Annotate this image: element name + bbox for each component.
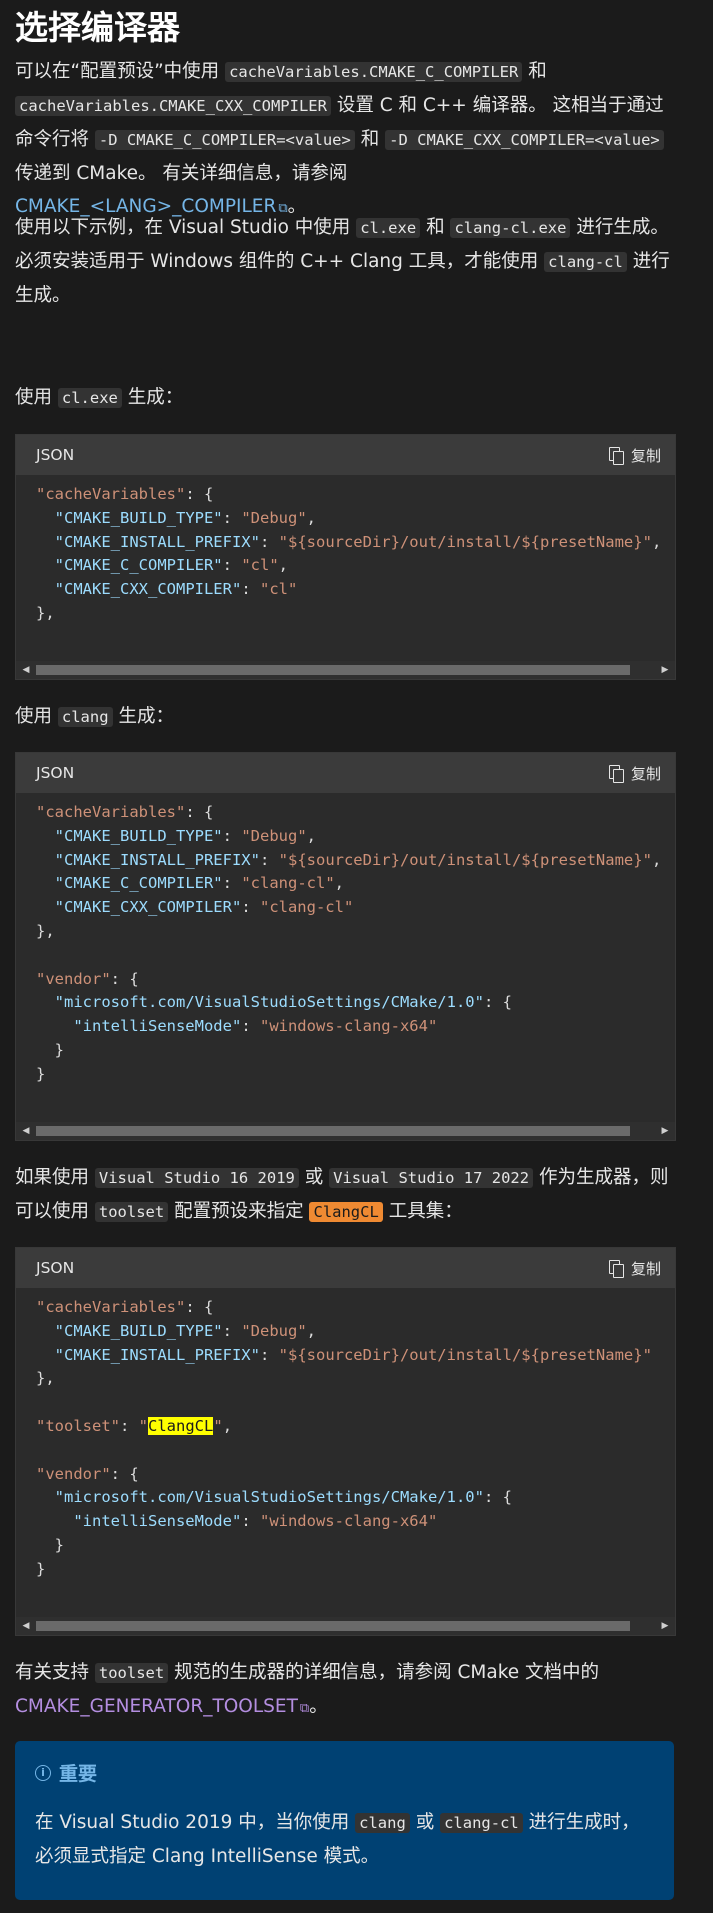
copy-button[interactable]: 复制: [608, 445, 661, 466]
horizontal-scrollbar[interactable]: ◀ ▶: [16, 1617, 675, 1635]
paragraph-docs: 有关支持 toolset 规范的生成器的详细信息，请参阅 CMake 文档中的 C…: [15, 1662, 600, 1717]
scroll-right-icon[interactable]: ▶: [655, 661, 675, 679]
code-block-header: JSON 复制: [16, 753, 675, 793]
code-content: "cacheVariables": { "CMAKE_BUILD_TYPE": …: [36, 485, 662, 622]
alert-title: i 重要: [35, 1759, 654, 1786]
external-link-icon: ⧉: [299, 1701, 310, 1716]
scrollbar-thumb[interactable]: [36, 665, 631, 675]
code-block-header: JSON 复制: [16, 1248, 675, 1288]
inline-code: clang: [57, 707, 113, 727]
code-content: "cacheVariables": { "CMAKE_BUILD_TYPE": …: [36, 1298, 652, 1578]
scrollbar-thumb[interactable]: [36, 1126, 631, 1136]
inline-code-highlighted: ClangCL: [309, 1202, 383, 1222]
copy-button[interactable]: 复制: [608, 1258, 661, 1279]
code-block-header: JSON 复制: [16, 435, 675, 475]
inline-code: clang: [355, 1813, 410, 1833]
code-block-toolset: JSON 复制 "cacheVariables": { "CMAKE_BUILD…: [15, 1247, 676, 1636]
scroll-left-icon[interactable]: ◀: [16, 1617, 36, 1635]
alert-body: 在 Visual Studio 2019 中，当你使用 clang 或 clan…: [35, 1812, 640, 1867]
inline-code: -D CMAKE_CXX_COMPILER=<value>: [385, 130, 664, 150]
inline-code: cl.exe: [356, 218, 421, 238]
code-language-label: JSON: [36, 1259, 75, 1277]
info-icon: i: [35, 1764, 51, 1781]
scroll-left-icon[interactable]: ◀: [16, 661, 36, 679]
search-highlight: ClangCL: [148, 1416, 214, 1435]
inline-code: clang-cl: [440, 1813, 523, 1833]
paragraph-toolset: 如果使用 Visual Studio 16 2019 或 Visual Stud…: [15, 1167, 669, 1222]
inline-code: clang-cl.exe: [450, 218, 571, 238]
code-language-label: JSON: [36, 764, 75, 782]
inline-code: toolset: [94, 1663, 169, 1683]
page: 选择编译器 可以在“配置预设”中使用 cacheVariables.CMAKE_…: [0, 0, 713, 1913]
horizontal-scrollbar[interactable]: ◀ ▶: [16, 661, 675, 679]
paragraph-cl: 使用 cl.exe 生成：: [15, 387, 184, 408]
copy-icon: [608, 1260, 624, 1278]
inline-code: cacheVariables.CMAKE_CXX_COMPILER: [15, 96, 331, 116]
scroll-left-icon[interactable]: ◀: [16, 1122, 36, 1140]
inline-code: clang-cl: [544, 252, 627, 272]
paragraph-example: 使用以下示例，在 Visual Studio 中使用 cl.exe 和 clan…: [15, 217, 670, 306]
code-block-cl: JSON 复制 "cacheVariables": { "CMAKE_BUILD…: [15, 434, 676, 680]
inline-code: cl.exe: [57, 388, 122, 408]
horizontal-scrollbar[interactable]: ◀ ▶: [16, 1122, 675, 1140]
copy-button[interactable]: 复制: [608, 763, 661, 784]
inline-code: cacheVariables.CMAKE_C_COMPILER: [225, 62, 523, 82]
paragraph-clang: 使用 clang 生成：: [15, 706, 174, 727]
inline-code: toolset: [94, 1202, 169, 1222]
important-alert: i 重要 在 Visual Studio 2019 中，当你使用 clang 或…: [15, 1741, 674, 1900]
copy-icon: [608, 447, 624, 465]
link-cmake-generator-toolset[interactable]: CMAKE_GENERATOR_TOOLSET ⧉: [15, 1696, 309, 1717]
code-language-label: JSON: [36, 446, 75, 464]
code-block-clang: JSON 复制 "cacheVariables": { "CMAKE_BUILD…: [15, 752, 676, 1141]
code-content: "cacheVariables": { "CMAKE_BUILD_TYPE": …: [36, 803, 662, 1083]
inline-code: Visual Studio 16 2019: [94, 1168, 299, 1188]
inline-code: -D CMAKE_C_COMPILER=<value>: [94, 130, 355, 150]
page-title: 选择编译器: [15, 8, 180, 47]
scrollbar-thumb[interactable]: [36, 1621, 631, 1631]
scroll-right-icon[interactable]: ▶: [655, 1617, 675, 1635]
scrollbar-track[interactable]: [36, 1617, 655, 1635]
scroll-right-icon[interactable]: ▶: [655, 1122, 675, 1140]
copy-icon: [608, 765, 624, 783]
inline-code: Visual Studio 17 2022: [329, 1168, 534, 1188]
scrollbar-track[interactable]: [36, 1122, 655, 1140]
paragraph-intro: 可以在“配置预设”中使用 cacheVariables.CMAKE_C_COMP…: [15, 61, 664, 217]
scrollbar-track[interactable]: [36, 661, 655, 679]
